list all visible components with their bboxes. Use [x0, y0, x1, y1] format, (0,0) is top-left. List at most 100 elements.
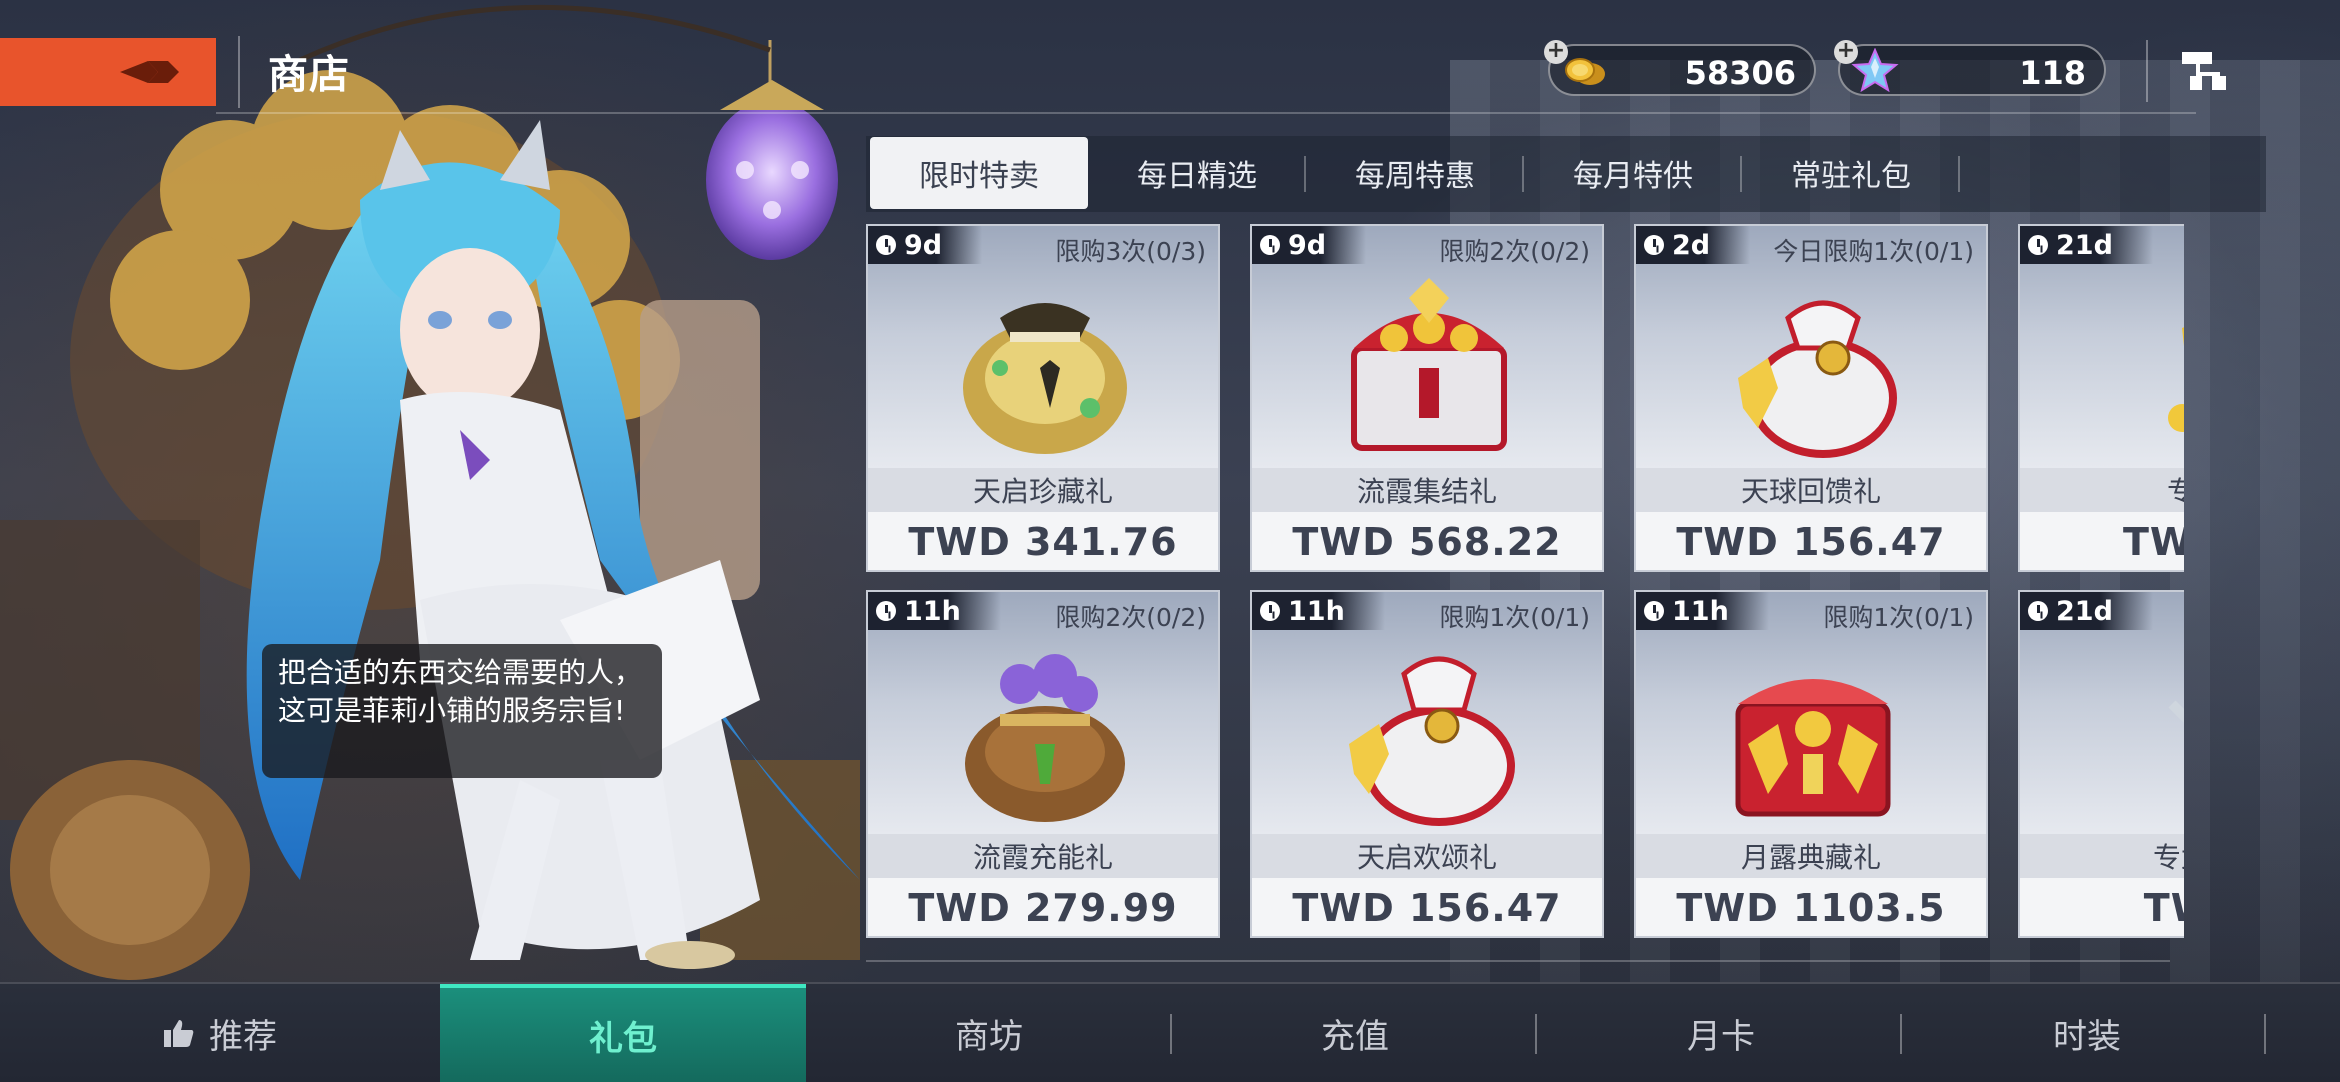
brown-pouch-icon [965, 654, 1125, 822]
item-timer: 11h [1636, 592, 1769, 630]
tab-permanent-packs[interactable]: 常驻礼包 [1742, 136, 1960, 210]
timer-text: 21d [2056, 229, 2113, 261]
speech-text: 把合适的东西交给需要的人，这可是菲莉小铺的服务宗旨! [278, 656, 643, 727]
item-timer: 9d [868, 226, 983, 264]
tab-weekly-deals[interactable]: 每周特惠 [1306, 136, 1524, 210]
item-price-button[interactable]: TWD 568.22 [1252, 512, 1602, 570]
tab-daily-picks[interactable]: 每日精选 [1088, 136, 1306, 210]
nav-workshop[interactable]: 商坊 [806, 984, 1172, 1082]
item-card[interactable]: 9d 限购2次(0/2) 流霞集结礼 TWD 568.22 [1250, 224, 1604, 572]
nav-costumes[interactable]: 时装 [1904, 984, 2270, 1082]
gold-pouch-icon [963, 303, 1127, 454]
back-button[interactable] [0, 38, 216, 106]
weapon-selection-icon [2168, 700, 2184, 724]
timer-text: 9d [1288, 229, 1327, 261]
nav-monthly-card[interactable]: 月卡 [1538, 984, 1904, 1082]
gold-currency-display[interactable]: + 58306 [1544, 40, 1816, 96]
nav-label: 月卡 [1687, 1016, 1755, 1057]
item-card[interactable]: 21d 专武自 TWD [2018, 590, 2184, 938]
star-crystal-icon [1851, 48, 1899, 92]
item-price-button[interactable]: TWD 341.76 [868, 512, 1218, 570]
header-underline [216, 112, 2196, 114]
category-tabs: 限时特卖 每日精选 每周特惠 每月特供 常驻礼包 [866, 136, 2266, 212]
item-name: 天启欢颂礼 [1252, 834, 1602, 878]
nav-recommended[interactable]: 推荐 [0, 984, 440, 1082]
item-timer: 2d [1636, 226, 1751, 264]
page-title: 商店 [268, 52, 350, 98]
gold-coins-icon [1565, 58, 1605, 85]
back-arrow-icon [120, 61, 179, 83]
clock-icon [1644, 235, 1664, 255]
item-price-button[interactable]: TWD [2020, 878, 2184, 936]
red-gift-sack-icon [1738, 300, 1897, 458]
item-card[interactable]: 11h 限购1次(0/1) 月露典藏礼 TWD 1103.5 [1634, 590, 1988, 938]
item-name: 专武自 [2020, 834, 2184, 878]
nav-divider [1900, 1014, 1902, 1054]
item-card[interactable]: 11h 限购2次(0/2) 流霞充能礼 TWD 279.99 [866, 590, 1220, 938]
item-name: 天球回馈礼 [1636, 468, 1986, 512]
item-timer: 21d [2020, 592, 2153, 630]
clock-icon [1260, 601, 1280, 621]
clock-icon [2028, 601, 2048, 621]
nav-label: 充值 [1321, 1016, 1389, 1057]
star-currency-display[interactable]: + 118 [1834, 40, 2106, 96]
grid-scroll-track [866, 960, 2170, 962]
item-card[interactable]: 2d 今日限购1次(0/1) 天球回馈礼 TWD 156.47 [1634, 224, 1988, 572]
tab-monthly-special[interactable]: 每月特供 [1524, 136, 1742, 210]
item-card[interactable]: 9d 限购3次(0/3) 天启珍藏礼 TWD 341.76 [866, 224, 1220, 572]
clock-icon [876, 235, 896, 255]
title-divider [238, 36, 240, 108]
purchase-limit: 今日限购1次(0/1) [1773, 237, 1974, 266]
clock-icon [2028, 235, 2048, 255]
timer-text: 11h [1672, 595, 1729, 627]
item-price-button[interactable]: TWD 279.99 [868, 878, 1218, 936]
purchase-limit: 限购2次(0/2) [1055, 603, 1206, 632]
item-card[interactable]: 11h 限购1次(0/1) 天启欢颂礼 TWD 156.47 [1250, 590, 1604, 938]
item-price-button[interactable]: TWD 156.47 [1636, 512, 1986, 570]
nav-label: 时装 [2053, 1016, 2121, 1057]
timer-text: 11h [904, 595, 961, 627]
clock-icon [1644, 601, 1664, 621]
purchase-limit: 限购1次(0/1) [1439, 603, 1590, 632]
nav-top-up[interactable]: 充值 [1172, 984, 1538, 1082]
clock-icon [876, 601, 896, 621]
gold-amount: 58306 [1684, 54, 1796, 92]
nav-label: 商坊 [955, 1016, 1023, 1057]
item-price-button[interactable]: TWD 1103.5 [1636, 878, 1986, 936]
item-name: 流霞集结礼 [1252, 468, 1602, 512]
timer-text: 11h [1288, 595, 1345, 627]
nav-divider [2264, 1014, 2266, 1054]
item-name: 月露典藏礼 [1636, 834, 1986, 878]
timer-text: 9d [904, 229, 943, 261]
purchase-limit: 限购1次(0/1) [1823, 603, 1974, 632]
item-card[interactable]: 21d 专武 TWD 2 [2018, 224, 2184, 572]
tab-divider [1958, 156, 1960, 192]
nav-packs[interactable]: 礼包 [440, 984, 806, 1082]
shopkeeper-speech-bubble: 把合适的东西交给需要的人，这可是菲莉小铺的服务宗旨! [262, 644, 662, 778]
clock-icon [1260, 235, 1280, 255]
item-timer: 21d [2020, 226, 2153, 264]
bottom-navigation: 推荐 礼包 商坊 充值 月卡 时装 [0, 982, 2340, 1082]
nav-label: 礼包 [589, 1018, 657, 1059]
treasure-chest-icon [1351, 278, 1507, 451]
purchase-limit: 限购2次(0/2) [1439, 237, 1590, 266]
nav-label: 推荐 [209, 1016, 277, 1057]
item-timer: 9d [1252, 226, 1367, 264]
timer-text: 21d [2056, 595, 2113, 627]
thumbs-up-icon [164, 1020, 194, 1047]
header-divider [2146, 40, 2148, 102]
red-gift-sack-icon [1349, 656, 1515, 826]
item-timer: 11h [868, 592, 1001, 630]
item-price-button[interactable]: TWD 156.47 [1252, 878, 1602, 936]
item-name: 天启珍藏礼 [868, 468, 1218, 512]
item-name: 专武 [2020, 468, 2184, 512]
treasure-chest-icon [1735, 679, 1891, 817]
item-price-button[interactable]: TWD 2 [2020, 512, 2184, 570]
purchase-limit: 限购3次(0/3) [1055, 237, 1206, 266]
weapon-pack-icon [2168, 327, 2184, 432]
item-name: 流霞充能礼 [868, 834, 1218, 878]
menu-tree-icon[interactable] [2180, 46, 2232, 96]
timer-text: 2d [1672, 229, 1711, 261]
item-timer: 11h [1252, 592, 1385, 630]
tab-limited-sale[interactable]: 限时特卖 [870, 137, 1088, 209]
